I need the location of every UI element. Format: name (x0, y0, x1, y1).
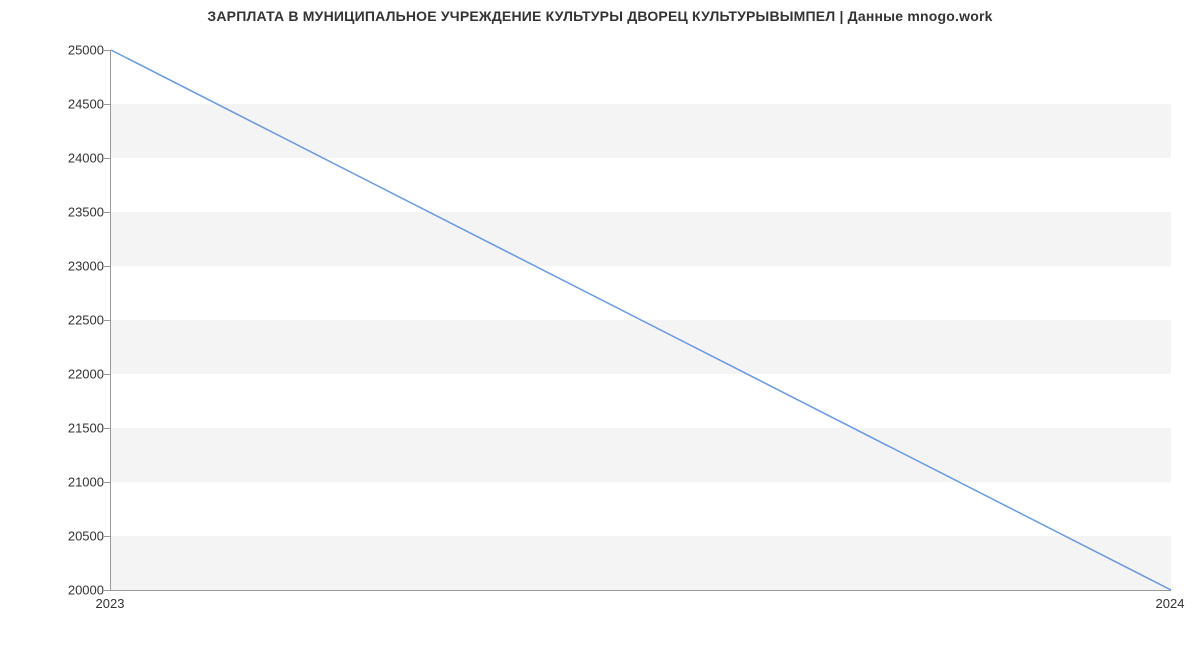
y-tick-label: 24500 (44, 97, 104, 112)
y-tick-mark (104, 104, 110, 105)
y-tick-label: 20500 (44, 529, 104, 544)
chart-container: 2000020500210002150022000225002300023500… (0, 30, 1200, 630)
y-tick-mark (104, 536, 110, 537)
y-tick-label: 23000 (44, 259, 104, 274)
chart-title: ЗАРПЛАТА В МУНИЦИПАЛЬНОЕ УЧРЕЖДЕНИЕ КУЛЬ… (0, 0, 1200, 24)
y-tick-label: 25000 (44, 43, 104, 58)
x-tick-label: 2024 (1156, 596, 1185, 611)
y-tick-mark (104, 158, 110, 159)
y-tick-label: 22000 (44, 367, 104, 382)
plot-area (110, 50, 1171, 591)
y-tick-mark (104, 212, 110, 213)
y-tick-label: 21000 (44, 475, 104, 490)
y-tick-label: 23500 (44, 205, 104, 220)
x-tick-label: 2023 (96, 596, 125, 611)
y-tick-label: 21500 (44, 421, 104, 436)
y-tick-mark (104, 320, 110, 321)
y-tick-mark (104, 374, 110, 375)
y-tick-mark (104, 266, 110, 267)
y-tick-mark (104, 482, 110, 483)
series-line (111, 50, 1171, 590)
y-tick-label: 24000 (44, 151, 104, 166)
y-tick-mark (104, 590, 110, 591)
line-layer (111, 50, 1171, 590)
y-tick-label: 22500 (44, 313, 104, 328)
y-tick-mark (104, 428, 110, 429)
y-tick-mark (104, 50, 110, 51)
